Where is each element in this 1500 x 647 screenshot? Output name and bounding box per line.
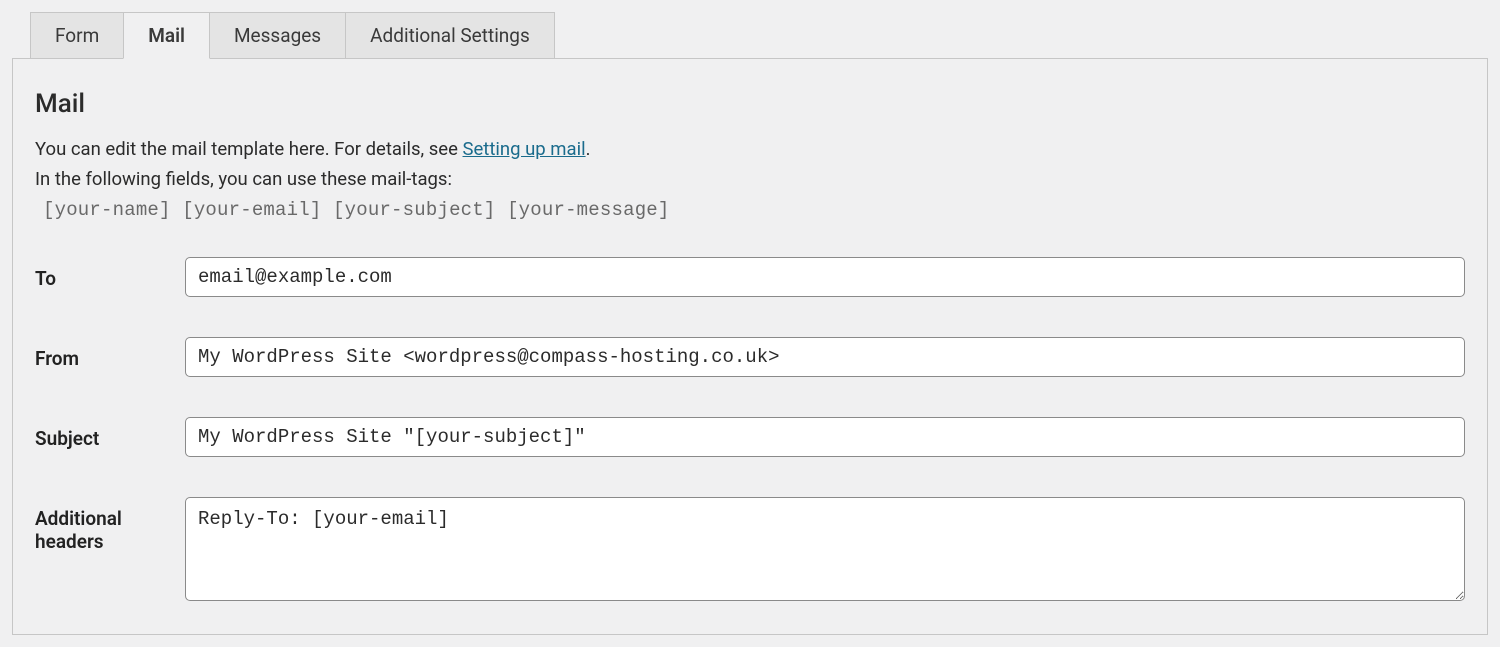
label-from: From — [35, 337, 185, 370]
help-line-1: You can edit the mail template here. For… — [35, 137, 1465, 163]
input-from[interactable] — [185, 337, 1465, 377]
label-subject: Subject — [35, 417, 185, 450]
row-to: To — [35, 257, 1465, 297]
setting-up-mail-link[interactable]: Setting up mail — [463, 138, 586, 160]
help-line-1-prefix: You can edit the mail template here. For… — [35, 138, 463, 160]
mail-form: To From Subject Additional headers — [35, 257, 1465, 606]
label-additional-headers: Additional headers — [35, 497, 185, 553]
row-subject: Subject — [35, 417, 1465, 457]
help-line-1-suffix: . — [586, 138, 591, 160]
mailtags-list: [your-name] [your-email] [your-subject] … — [43, 199, 1465, 221]
tab-additional-settings[interactable]: Additional Settings — [345, 12, 555, 58]
input-subject[interactable] — [185, 417, 1465, 457]
tab-messages[interactable]: Messages — [209, 12, 346, 58]
tab-form[interactable]: Form — [30, 12, 124, 58]
textarea-additional-headers[interactable] — [185, 497, 1465, 601]
panel-heading: Mail — [35, 89, 1465, 119]
input-to[interactable] — [185, 257, 1465, 297]
row-from: From — [35, 337, 1465, 377]
row-additional-headers: Additional headers — [35, 497, 1465, 606]
tab-mail[interactable]: Mail — [123, 12, 210, 59]
help-line-2: In the following fields, you can use the… — [35, 167, 1465, 193]
tabs: Form Mail Messages Additional Settings — [30, 12, 1488, 58]
label-to: To — [35, 257, 185, 290]
mail-panel: Mail You can edit the mail template here… — [12, 58, 1488, 635]
